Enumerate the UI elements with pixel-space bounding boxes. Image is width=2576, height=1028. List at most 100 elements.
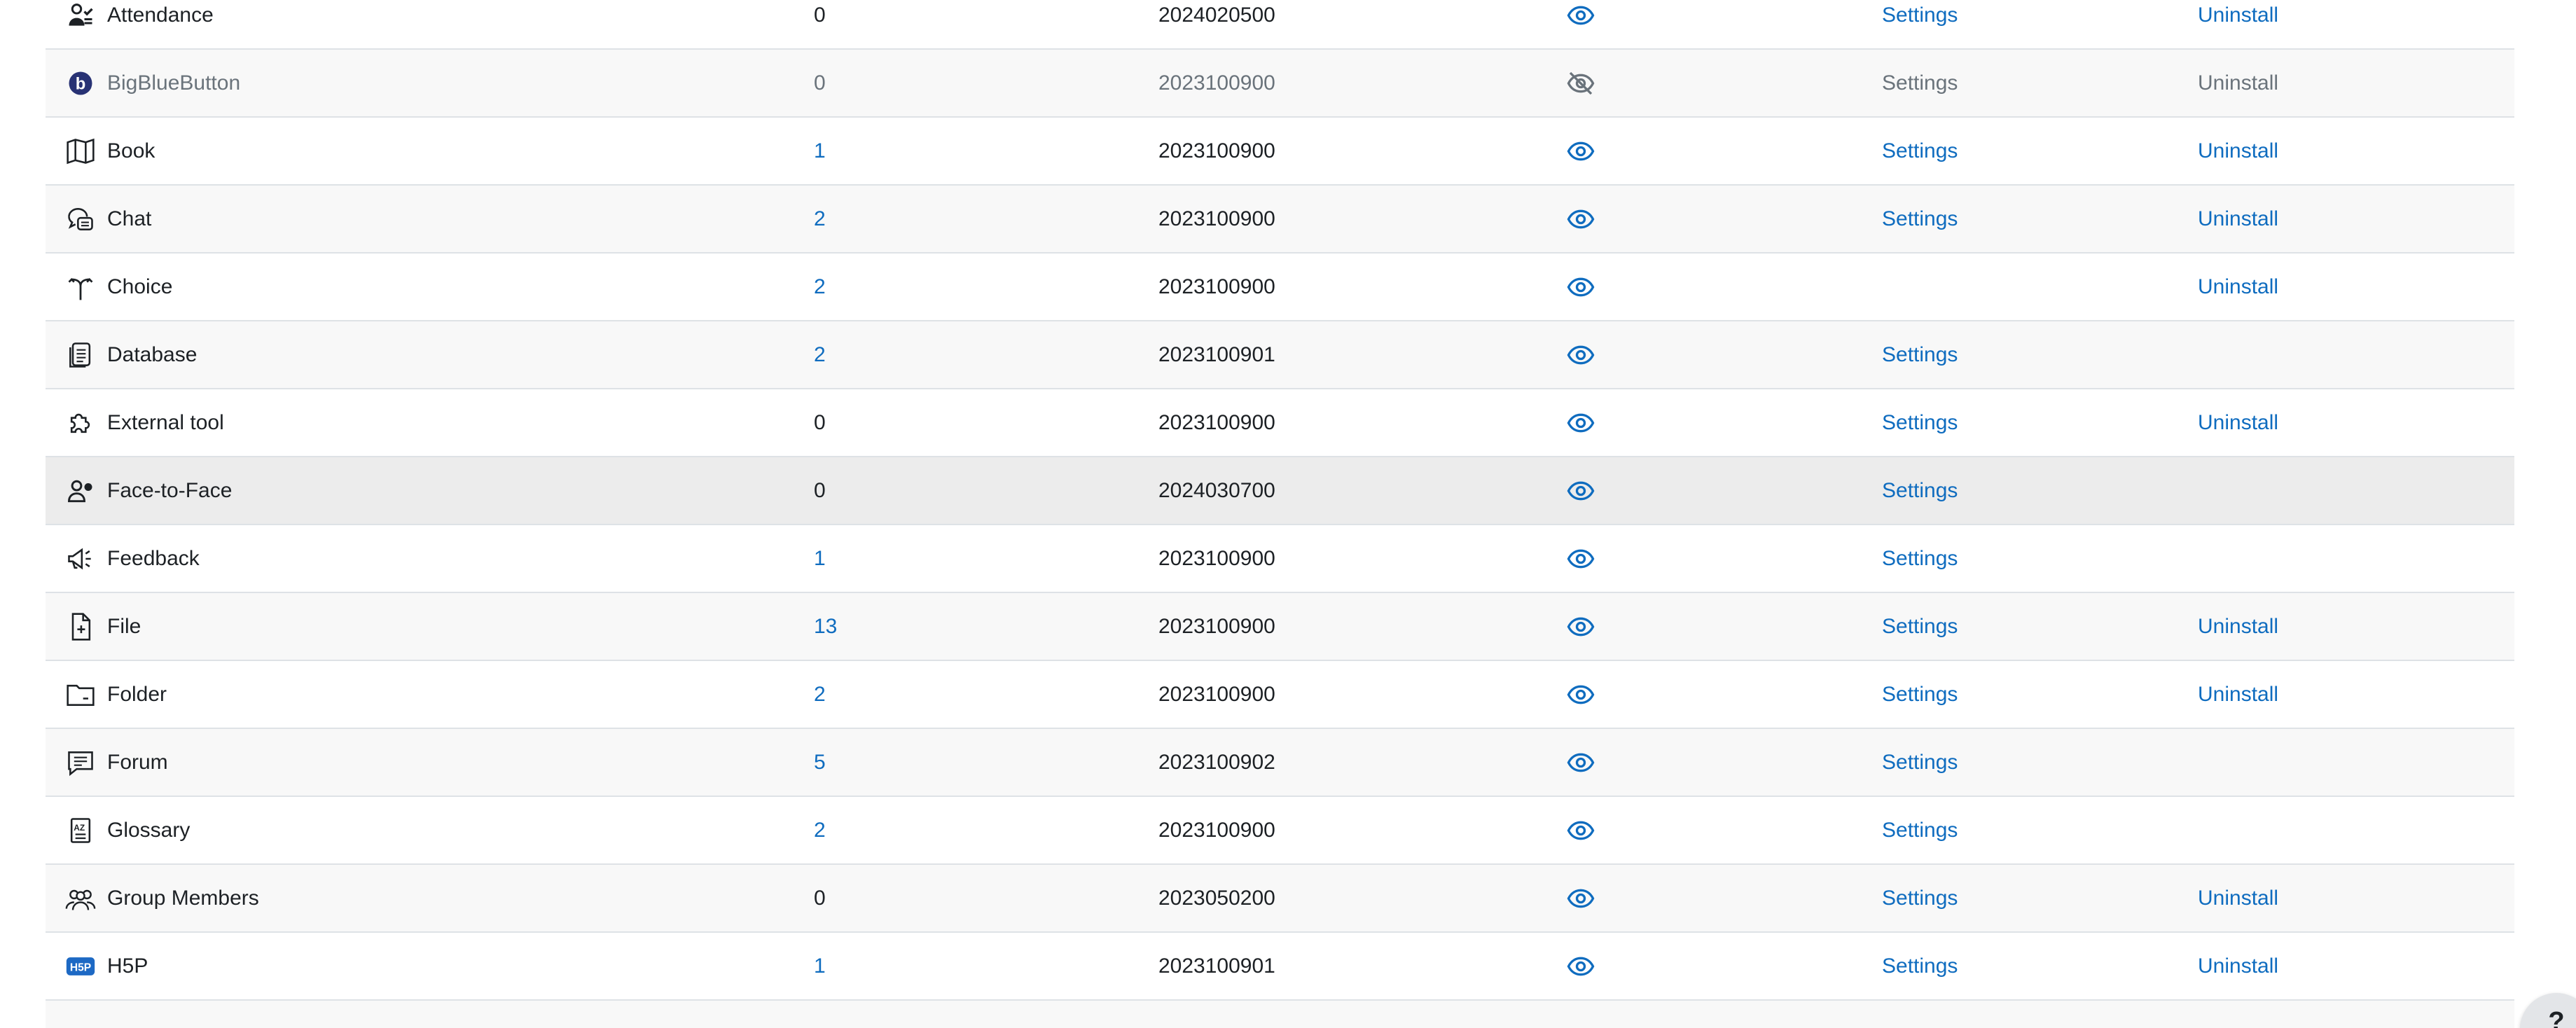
eye-icon[interactable] bbox=[1567, 545, 1595, 573]
module-name: External tool bbox=[107, 410, 224, 434]
eye-icon[interactable] bbox=[1567, 884, 1595, 912]
uninstall-link[interactable]: Uninstall bbox=[2198, 683, 2278, 707]
activity-count-link[interactable]: 1 bbox=[814, 547, 826, 571]
settings-cell: Settings bbox=[1882, 118, 1958, 184]
uninstall-cell: Uninstall bbox=[2198, 661, 2278, 728]
uninstall-link[interactable]: Uninstall bbox=[2198, 411, 2278, 435]
settings-link[interactable]: Settings bbox=[1882, 683, 1958, 707]
module-name: Chat bbox=[107, 207, 152, 230]
activity-count-cell: 1 bbox=[814, 525, 826, 592]
version-cell: 2024030700 bbox=[1158, 457, 1275, 524]
uninstall-cell: Uninstall bbox=[2198, 118, 2278, 184]
uninstall-link[interactable]: Uninstall bbox=[2198, 275, 2278, 299]
table-row: Choice 2 2023100900 Uninstall bbox=[46, 253, 2514, 321]
activity-count-cell: 0 bbox=[814, 865, 826, 931]
eye-icon[interactable] bbox=[1567, 341, 1595, 369]
settings-cell: Settings bbox=[1882, 389, 1958, 456]
version-cell: 2023100900 bbox=[1158, 118, 1275, 184]
eye-icon[interactable] bbox=[1567, 681, 1595, 709]
activity-count-link[interactable]: 2 bbox=[814, 275, 826, 299]
activity-count-link[interactable]: 2 bbox=[814, 343, 826, 367]
version-cell: 2023100900 bbox=[1158, 186, 1275, 252]
glossary-icon: AZ bbox=[65, 815, 96, 846]
eye-slash-icon[interactable] bbox=[1567, 69, 1595, 97]
table-row: Database 2 2023100901 Settings bbox=[46, 321, 2514, 389]
uninstall-link[interactable]: Uninstall bbox=[2198, 207, 2278, 231]
module-name: Forum bbox=[107, 750, 168, 774]
manage-activities-page: Attendance 0 2024020500 Settings Uninstall b B… bbox=[0, 0, 2576, 1028]
help-button[interactable]: ? bbox=[2520, 993, 2576, 1028]
activity-count-link[interactable]: 5 bbox=[814, 751, 826, 775]
settings-link[interactable]: Settings bbox=[1882, 4, 1958, 27]
book-icon bbox=[65, 136, 96, 167]
version-number: 2023100900 bbox=[1158, 682, 1275, 706]
table-row: Forum 5 2023100902 Settings bbox=[46, 729, 2514, 797]
module-name: Book bbox=[107, 139, 155, 162]
svg-text:AZ: AZ bbox=[74, 823, 85, 833]
settings-link[interactable]: Settings bbox=[1882, 343, 1958, 367]
eye-icon[interactable] bbox=[1567, 273, 1595, 301]
activity-count-link[interactable]: 13 bbox=[814, 615, 837, 639]
activity-count-link[interactable]: 2 bbox=[814, 819, 826, 842]
uninstall-cell: Uninstall bbox=[2198, 933, 2278, 999]
module-name: Choice bbox=[107, 275, 173, 298]
visibility-cell bbox=[1567, 253, 1595, 320]
module-name-cell: Feedback bbox=[65, 525, 200, 592]
eye-icon[interactable] bbox=[1567, 1, 1595, 29]
settings-link[interactable]: Settings bbox=[1882, 207, 1958, 231]
settings-link[interactable]: Settings bbox=[1882, 479, 1958, 503]
activity-count-link[interactable]: 1 bbox=[814, 954, 826, 978]
uninstall-link[interactable]: Uninstall bbox=[2198, 887, 2278, 910]
table-row: Book 1 2023100900 Settings Uninstall bbox=[46, 118, 2514, 186]
uninstall-link[interactable]: Uninstall bbox=[2198, 615, 2278, 639]
activity-count-link[interactable]: 2 bbox=[814, 207, 826, 231]
version-number: 2024030700 bbox=[1158, 478, 1275, 502]
eye-icon[interactable] bbox=[1567, 477, 1595, 505]
eye-icon[interactable] bbox=[1567, 205, 1595, 233]
visibility-cell bbox=[1567, 525, 1595, 592]
uninstall-link[interactable]: Uninstall bbox=[2198, 4, 2278, 27]
visibility-cell bbox=[1567, 321, 1595, 388]
module-name-cell: Database bbox=[65, 321, 197, 388]
module-name: Group Members bbox=[107, 886, 259, 910]
eye-icon[interactable] bbox=[1567, 613, 1595, 641]
activity-count-cell: 2 bbox=[814, 797, 826, 863]
table-row: Folder 2 2023100900 Settings Uninstall bbox=[46, 661, 2514, 729]
settings-link[interactable]: Settings bbox=[1882, 887, 1958, 910]
module-name-cell: AZ Glossary bbox=[65, 797, 190, 863]
settings-link[interactable]: Settings bbox=[1882, 751, 1958, 775]
eye-icon[interactable] bbox=[1567, 749, 1595, 777]
visibility-cell bbox=[1567, 797, 1595, 863]
module-name-cell: Attendance bbox=[65, 0, 214, 48]
settings-link[interactable]: Settings bbox=[1882, 615, 1958, 639]
settings-link[interactable]: Settings bbox=[1882, 139, 1958, 163]
eye-icon[interactable] bbox=[1567, 409, 1595, 437]
folder-icon bbox=[65, 679, 96, 710]
uninstall-link[interactable]: Uninstall bbox=[2198, 954, 2278, 978]
settings-link[interactable]: Settings bbox=[1882, 547, 1958, 571]
version-cell: 2023100900 bbox=[1158, 50, 1275, 116]
settings-link[interactable]: Settings bbox=[1882, 819, 1958, 842]
bigbluebutton-icon: b bbox=[65, 68, 96, 99]
visibility-cell bbox=[1567, 389, 1595, 456]
settings-link[interactable]: Settings bbox=[1882, 71, 1958, 95]
eye-icon[interactable] bbox=[1567, 817, 1595, 845]
eye-icon[interactable] bbox=[1567, 952, 1595, 980]
activity-count-cell: 0 bbox=[814, 50, 826, 116]
modules-table: Attendance 0 2024020500 Settings Uninstall b B… bbox=[46, 0, 2514, 1028]
svg-text:b: b bbox=[76, 74, 86, 93]
settings-link[interactable]: Settings bbox=[1882, 411, 1958, 435]
settings-link[interactable]: Settings bbox=[1882, 954, 1958, 978]
module-name-cell: External tool bbox=[65, 389, 224, 456]
visibility-cell bbox=[1567, 186, 1595, 252]
activity-count-link[interactable]: 0 bbox=[814, 71, 826, 95]
activity-count-link[interactable]: 2 bbox=[814, 683, 826, 707]
activity-count-cell: 0 bbox=[814, 389, 826, 456]
choice-icon bbox=[65, 272, 96, 303]
version-number: 2023100900 bbox=[1158, 139, 1275, 162]
uninstall-link[interactable]: Uninstall bbox=[2198, 71, 2278, 95]
eye-icon[interactable] bbox=[1567, 137, 1595, 165]
uninstall-link[interactable]: Uninstall bbox=[2198, 139, 2278, 163]
activity-count-link[interactable]: 1 bbox=[814, 139, 826, 163]
version-number: 2023100901 bbox=[1158, 342, 1275, 366]
